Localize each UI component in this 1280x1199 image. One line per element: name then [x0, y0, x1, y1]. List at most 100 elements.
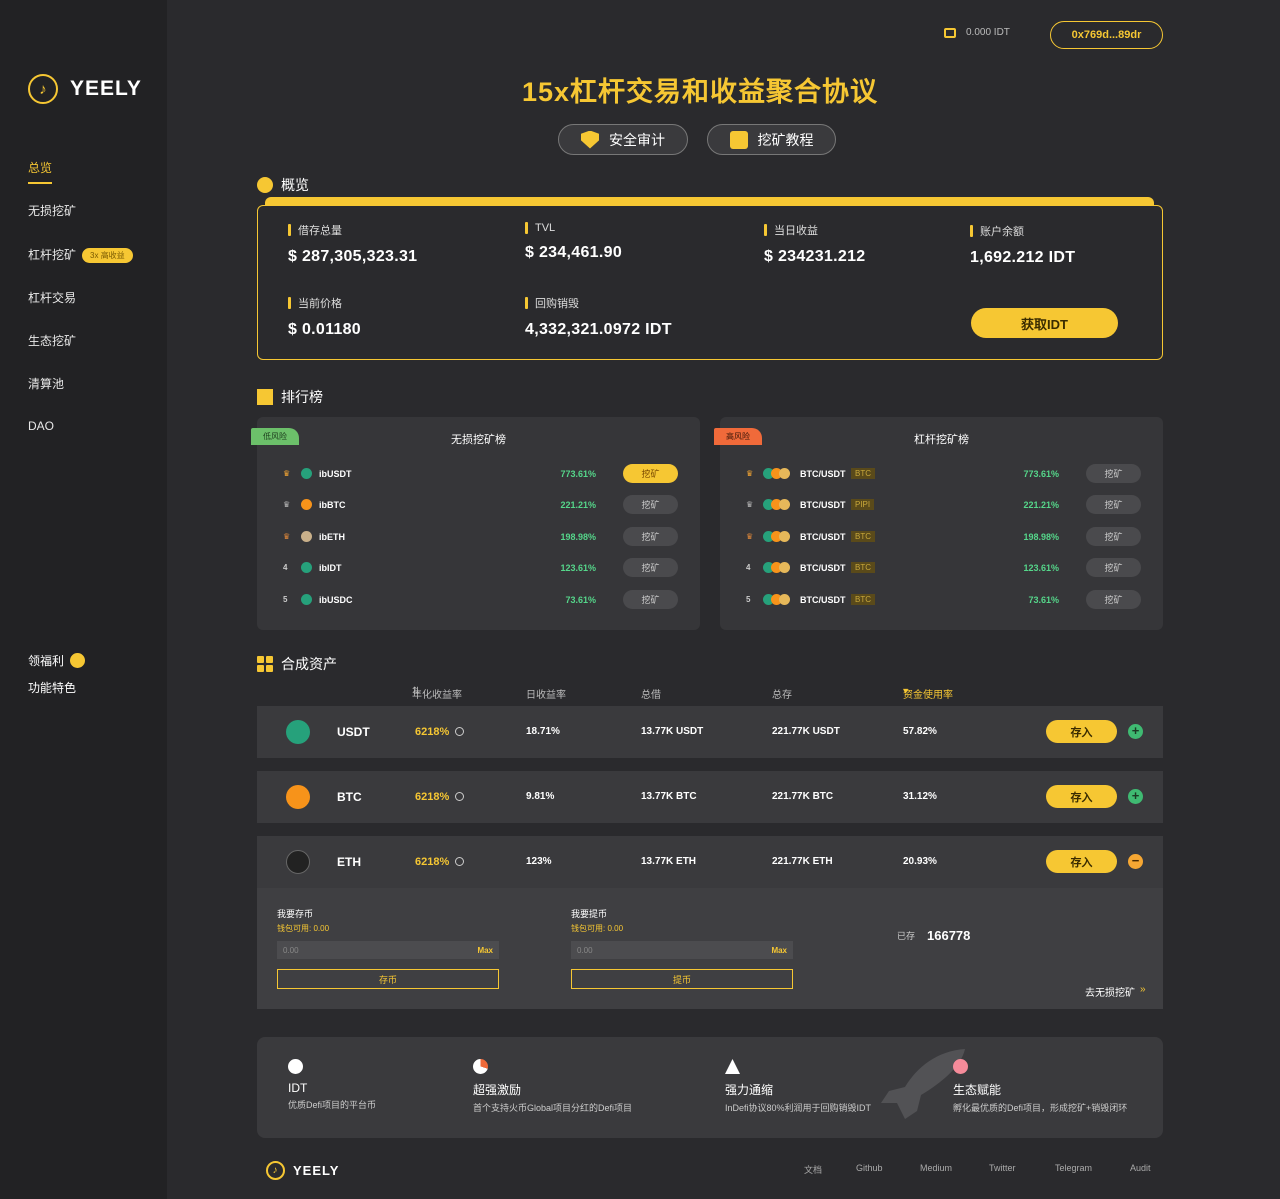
pair-tag: BTC	[851, 468, 875, 479]
mine-button[interactable]: 挖矿	[1086, 558, 1141, 577]
sidebar-item-leverage-mining[interactable]: 杠杆挖矿 3x 高收益	[28, 246, 133, 289]
sidebar-item-leverage-trading[interactable]: 杠杆交易	[28, 289, 133, 332]
withdraw-submit-button[interactable]: 提币	[571, 969, 793, 989]
info-icon[interactable]	[455, 792, 465, 801]
expand-icon[interactable]: +	[1128, 789, 1143, 804]
sidebar-item-label: 生态挖矿	[28, 334, 77, 349]
go-lossless-mining-label: 去无损挖矿	[1085, 988, 1135, 999]
get-idt-button[interactable]: 获取IDT	[971, 308, 1118, 338]
leaderboard-row: ♛ BTC/USDT PIPI 221.21% 挖矿	[720, 495, 1163, 515]
deposit-amount-input[interactable]: 0.00 Max	[277, 941, 499, 959]
apy-value: 6218%	[415, 791, 450, 803]
pair-name: BTC/USDT	[800, 563, 846, 573]
feature-desc: InDefi协议80%利润用于回购销毁IDT	[725, 1103, 872, 1113]
sidebar-item-liquidation-pool[interactable]: 清算池	[28, 375, 133, 418]
total-borrow: 13.77K USDT	[641, 726, 704, 737]
footer-link-twitter[interactable]: Twitter	[989, 1163, 1016, 1173]
stat-value: $ 234,461.90	[525, 244, 623, 261]
rank-number: 5	[283, 595, 288, 604]
mine-button[interactable]: 挖矿	[1086, 590, 1141, 609]
security-audit-button[interactable]: 安全审计	[558, 124, 688, 155]
deposit-button[interactable]: 存入	[1046, 850, 1117, 873]
sidebar: ♪ YEELY 总览 无损挖矿 杠杆挖矿 3x 高收益 杠杆交易 生态挖矿 清算池…	[0, 0, 167, 1199]
mine-button[interactable]: 挖矿	[623, 495, 678, 514]
ribbon-icon	[257, 389, 273, 405]
footer-logo[interactable]: ♪ YEELY	[266, 1161, 339, 1180]
sidebar-item-lossless-mining[interactable]: 无损挖矿	[28, 202, 133, 245]
mining-tutorial-button[interactable]: 挖矿教程	[707, 124, 836, 155]
pair-tag: BTC	[851, 594, 875, 605]
coin-icon	[301, 468, 312, 479]
collapse-icon[interactable]: −	[1128, 854, 1143, 869]
leverage-mining-leaderboard: 高风险 杠杆挖矿榜 ♛ BTC/USDT BTC 773.61% 挖矿 ♛ BTC/USDT…	[714, 417, 1163, 630]
leaderboard-row: ♛ ibUSDT 773.61% 挖矿	[257, 464, 700, 484]
footer-link-github[interactable]: Github	[856, 1163, 883, 1173]
asset-apy: 6218%	[415, 726, 465, 738]
stat-value: 1,692.212 IDT	[970, 249, 1076, 266]
wallet-address-button[interactable]: 0x769d...89dr	[1050, 21, 1163, 49]
pair-name: BTC/USDT	[800, 532, 846, 542]
deposit-form: 我要存币 钱包可用: 0.00 0.00 Max 存币	[277, 907, 499, 989]
feature-title: 生态赋能	[953, 1083, 1002, 1097]
withdraw-max-button[interactable]: Max	[771, 946, 787, 955]
pair-tag: BTC	[851, 562, 875, 573]
mine-button[interactable]: 挖矿	[1086, 527, 1141, 546]
daily-rate: 123%	[526, 856, 552, 867]
book-icon	[729, 130, 748, 149]
total-supply: 221.77K ETH	[772, 856, 833, 867]
deposit-max-button[interactable]: Max	[477, 946, 493, 955]
leverage-icon	[779, 562, 790, 573]
mine-button[interactable]: 挖矿	[623, 527, 678, 546]
feature-desc: 孵化最优质的Defi项目，形成挖矿+销毁闭环	[953, 1103, 1128, 1113]
sidebar-item-eco-mining[interactable]: 生态挖矿	[28, 332, 133, 375]
info-icon[interactable]	[455, 727, 465, 736]
mine-button[interactable]: 挖矿	[623, 464, 678, 483]
sidebar-item-features[interactable]: 功能特色	[28, 674, 85, 701]
apy-value: 123.61%	[560, 563, 596, 573]
crown-icon: ♛	[283, 500, 291, 509]
crown-icon: ♛	[283, 469, 291, 478]
deposit-button[interactable]: 存入	[1046, 785, 1117, 808]
asset-row-eth: ETH 6218% 123% 13.77K ETH 221.77K ETH 20.93% 存…	[257, 836, 1163, 888]
asset-coin-icon	[286, 850, 310, 874]
deposit-submit-button[interactable]: 存币	[277, 969, 499, 989]
deposit-button[interactable]: 存入	[1046, 720, 1117, 743]
sidebar-item-rewards[interactable]: 领福利	[28, 647, 86, 674]
pair-tag: BTC	[851, 531, 875, 542]
footer-link-medium[interactable]: Medium	[920, 1163, 952, 1173]
sidebar-item-overview[interactable]: 总览	[28, 159, 133, 202]
overview-heading: 概览	[257, 175, 309, 195]
daily-rate: 9.81%	[526, 791, 555, 802]
crown-icon: ♛	[746, 469, 754, 478]
logo-icon: ♪	[266, 1161, 285, 1180]
features-panel: IDT 优质Defi项目的平台币 超强激励 首个支持火币Global项目分红的Def…	[257, 1037, 1163, 1138]
withdraw-title: 我要提币	[571, 909, 608, 919]
security-audit-label: 安全审计	[609, 131, 665, 148]
footer-link-audit[interactable]: Audit	[1130, 1163, 1151, 1173]
expand-icon[interactable]: +	[1128, 724, 1143, 739]
rank-number: 4	[746, 563, 751, 572]
pie-icon	[473, 1059, 488, 1074]
withdraw-amount-input[interactable]: 0.00 Max	[571, 941, 793, 959]
stat-label: TVL	[525, 222, 622, 234]
sidebar-item-dao[interactable]: DAO	[28, 419, 133, 462]
asset-coin-icon	[286, 720, 310, 744]
utilization-rate: 20.93%	[903, 856, 937, 867]
footer-link-telegram[interactable]: Telegram	[1055, 1163, 1092, 1173]
sidebar-item-label: 杠杆挖矿	[28, 247, 77, 262]
mine-button[interactable]: 挖矿	[1086, 464, 1141, 483]
rank-number: 4	[283, 563, 288, 572]
footer-link-docs[interactable]: 文档	[804, 1163, 822, 1176]
page-title: 15x杠杆交易和收益聚合协议	[521, 77, 879, 107]
feature-title: IDT	[288, 1081, 308, 1095]
go-lossless-mining-link[interactable]: 去无损挖矿 »	[1085, 984, 1146, 999]
mine-button[interactable]: 挖矿	[623, 558, 678, 577]
coin-icon	[301, 562, 312, 573]
stat-tvl: TVL $ 234,461.90	[525, 222, 622, 262]
pool-name: ibUSDC	[319, 595, 353, 605]
mine-button[interactable]: 挖矿	[1086, 495, 1141, 514]
mine-button[interactable]: 挖矿	[623, 590, 678, 609]
stat-value: $ 234231.212	[764, 248, 866, 265]
leaderboard-row: ♛ ibETH 198.98% 挖矿	[257, 527, 700, 547]
info-icon[interactable]	[455, 857, 465, 866]
